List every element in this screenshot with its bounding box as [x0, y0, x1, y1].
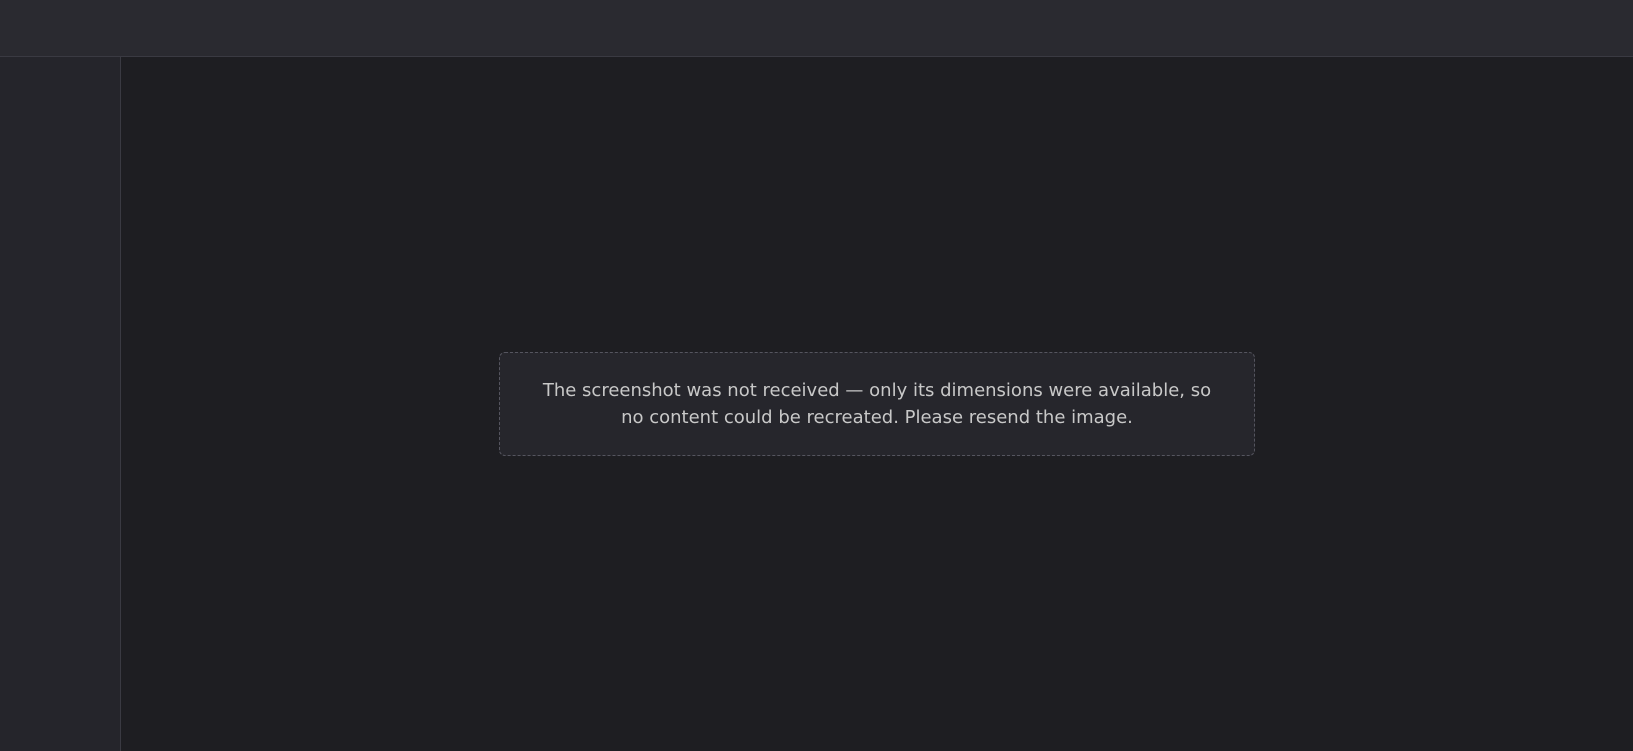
body-row: The screenshot was not received — only i… [0, 57, 1633, 751]
side-rail [0, 57, 121, 751]
main-content: The screenshot was not received — only i… [121, 57, 1633, 751]
title-bar [0, 0, 1633, 57]
app-frame: The screenshot was not received — only i… [0, 0, 1633, 751]
missing-image-notice: The screenshot was not received — only i… [499, 352, 1255, 456]
